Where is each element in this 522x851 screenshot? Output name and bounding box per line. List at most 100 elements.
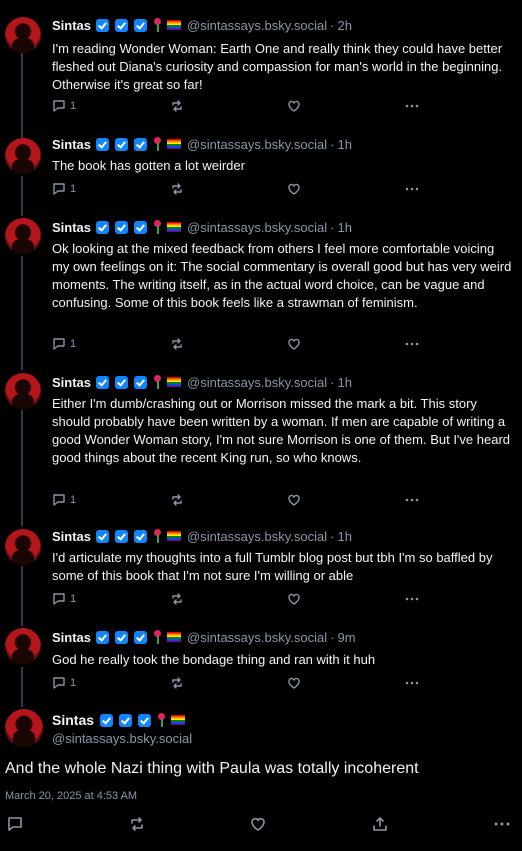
separator-dot: · [330, 17, 335, 33]
author-name[interactable]: Sintas [52, 18, 91, 33]
repost-arrows-icon [172, 183, 182, 195]
ellipsis-icon [405, 681, 419, 685]
avatar[interactable] [5, 17, 41, 53]
rose-icon [153, 137, 162, 151]
post-text: Either I'm dumb/crashing out or Morrison… [52, 396, 511, 465]
avatar[interactable] [5, 218, 41, 254]
post-actions: 1 [52, 493, 512, 509]
avatar[interactable] [5, 628, 41, 664]
post-time[interactable]: 1h [337, 137, 351, 152]
reply-button[interactable]: 1 [52, 99, 76, 113]
post-header: Sintas @sintassays.bsky.social · 9m [52, 628, 356, 646]
repost-button[interactable] [170, 337, 184, 351]
author-handle[interactable]: @sintassays.bsky.social [187, 18, 327, 33]
heart-icon [288, 494, 300, 506]
rose-icon [153, 375, 162, 389]
author-name[interactable]: Sintas [52, 630, 91, 645]
like-button[interactable] [287, 182, 301, 196]
repost-button[interactable] [170, 676, 184, 690]
more-options-button[interactable] [404, 493, 420, 507]
more-options-button[interactable] [404, 99, 420, 113]
author-name[interactable]: Sintas [52, 137, 91, 152]
like-button[interactable] [249, 815, 267, 833]
post-date[interactable]: March 20, 2025 at 4:53 AM [5, 790, 137, 802]
rainbow-flag-icon [167, 632, 182, 642]
repost-button[interactable] [170, 99, 184, 113]
avatar[interactable] [5, 529, 41, 565]
avatar[interactable] [5, 373, 41, 409]
more-options-button[interactable] [404, 337, 420, 351]
post-time[interactable]: 2h [337, 18, 351, 33]
separator-dot: · [330, 374, 335, 390]
author-name[interactable]: Sintas [52, 712, 94, 728]
share-button[interactable] [371, 815, 389, 833]
verified-badge-icon [134, 529, 148, 543]
repost-arrows-icon [172, 100, 182, 112]
post-text: I'm reading Wonder Woman: Earth One and … [52, 41, 503, 92]
verified-badge-icon [115, 375, 129, 389]
post-time[interactable]: 1h [337, 220, 351, 235]
ellipsis-icon [405, 498, 419, 502]
reply-button[interactable]: 1 [52, 676, 76, 690]
post-text: Ok looking at the mixed feedback from ot… [52, 241, 512, 310]
repost-button[interactable] [170, 493, 184, 507]
verified-badge-icon [134, 18, 148, 32]
verified-badge-icon [119, 713, 133, 727]
rose-icon [153, 529, 162, 543]
avatar[interactable] [5, 138, 41, 174]
repost-button[interactable] [170, 182, 184, 196]
like-button[interactable] [287, 592, 301, 606]
author-handle[interactable]: @sintassays.bsky.social [187, 137, 327, 152]
verified-badge-icon [115, 220, 129, 234]
verified-badge-icon [115, 137, 129, 151]
thread-connector [21, 44, 23, 138]
verified-badge-icon [96, 18, 110, 32]
more-options-button[interactable] [404, 182, 420, 196]
ellipsis-icon [405, 597, 419, 601]
rainbow-flag-icon [167, 377, 182, 387]
share-upload-icon [373, 817, 387, 831]
repost-button[interactable] [128, 815, 146, 833]
verified-badge-icon [96, 220, 110, 234]
more-options-button[interactable] [493, 815, 511, 833]
author-handle[interactable]: @sintassays.bsky.social [187, 630, 327, 645]
reply-button[interactable]: 1 [52, 182, 76, 196]
speech-bubble-icon [53, 100, 65, 112]
post-time[interactable]: 1h [337, 529, 351, 544]
more-options-button[interactable] [404, 676, 420, 690]
rainbow-flag-icon [167, 139, 182, 149]
repost-button[interactable] [170, 592, 184, 606]
verified-badge-icon [96, 137, 110, 151]
post-time[interactable]: 9m [337, 630, 355, 645]
rainbow-flag-icon [167, 531, 182, 541]
verified-badge-icon [96, 529, 110, 543]
like-button[interactable] [287, 493, 301, 507]
author-handle[interactable]: @sintassays.bsky.social [187, 375, 327, 390]
verified-badge-icon [115, 630, 129, 644]
more-options-button[interactable] [404, 592, 420, 606]
heart-icon [251, 818, 265, 831]
reply-button[interactable]: 1 [52, 592, 76, 606]
rose-icon [153, 630, 162, 644]
like-button[interactable] [287, 337, 301, 351]
post-time[interactable]: 1h [337, 375, 351, 390]
reply-button[interactable]: 1 [52, 493, 76, 507]
like-button[interactable] [287, 676, 301, 690]
reply-button[interactable] [6, 815, 24, 833]
speech-bubble-icon [53, 183, 65, 195]
author-name[interactable]: Sintas [52, 375, 91, 390]
reply-button[interactable]: 1 [52, 337, 76, 351]
author-handle[interactable]: @sintassays.bsky.social [52, 731, 192, 746]
author-name[interactable]: Sintas [52, 529, 91, 544]
thread-connector [21, 410, 23, 526]
avatar[interactable] [5, 709, 43, 747]
thread-connector [21, 566, 23, 626]
heart-icon [288, 338, 300, 350]
verified-badge-icon [134, 375, 148, 389]
author-handle[interactable]: @sintassays.bsky.social [187, 220, 327, 235]
author-handle[interactable]: @sintassays.bsky.social [187, 529, 327, 544]
separator-dot: · [330, 219, 335, 235]
like-button[interactable] [287, 99, 301, 113]
verified-badge-icon [115, 18, 129, 32]
author-name[interactable]: Sintas [52, 220, 91, 235]
